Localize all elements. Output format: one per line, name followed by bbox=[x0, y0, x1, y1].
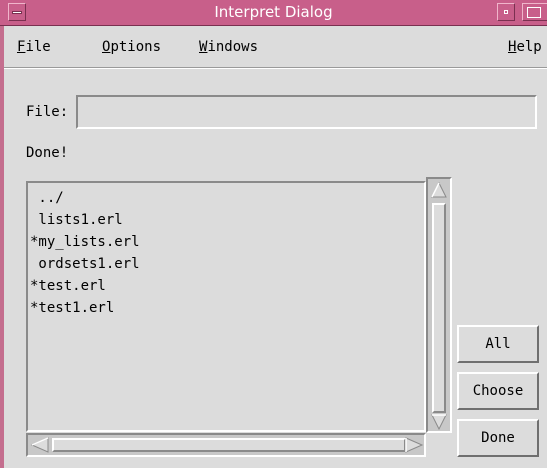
vertical-scrollbar[interactable] bbox=[426, 177, 452, 433]
minimize-icon bbox=[504, 10, 508, 14]
scroll-up-arrow-icon[interactable] bbox=[430, 181, 448, 199]
scroll-right-arrow-icon[interactable] bbox=[404, 436, 424, 454]
file-input[interactable] bbox=[76, 95, 537, 129]
maximize-button[interactable] bbox=[522, 3, 547, 21]
file-listbox[interactable]: ../ lists1.erl *my_lists.erl ordsets1.er… bbox=[26, 181, 426, 432]
list-item[interactable]: ../ bbox=[30, 187, 63, 209]
menu-options[interactable]: Options bbox=[102, 39, 161, 55]
menu-file-label: ile bbox=[25, 39, 51, 55]
title-bar[interactable]: Interpret Dialog bbox=[0, 0, 547, 26]
menu-windows-label: indows bbox=[207, 39, 259, 55]
horizontal-scroll-thumb[interactable] bbox=[52, 438, 406, 452]
done-button[interactable]: Done bbox=[457, 419, 539, 457]
menu-separator bbox=[4, 68, 547, 69]
menu-help-label: elp bbox=[516, 39, 542, 55]
list-item[interactable]: *my_lists.erl bbox=[30, 231, 140, 253]
list-item[interactable]: ordsets1.erl bbox=[30, 253, 139, 275]
menu-windows[interactable]: Windows bbox=[199, 39, 258, 55]
horizontal-scrollbar[interactable] bbox=[26, 433, 426, 457]
list-item[interactable]: *test1.erl bbox=[30, 297, 114, 319]
menu-help[interactable]: Help bbox=[508, 39, 542, 55]
list-item[interactable]: lists1.erl bbox=[30, 209, 122, 231]
list-item[interactable]: *test.erl bbox=[30, 275, 106, 297]
scroll-down-arrow-icon[interactable] bbox=[430, 413, 448, 431]
menu-options-label: ptions bbox=[110, 39, 162, 55]
menu-file[interactable]: File bbox=[17, 39, 51, 55]
menu-bar: File Options Windows Help bbox=[4, 26, 547, 68]
all-button[interactable]: All bbox=[457, 325, 539, 363]
file-label: File: bbox=[26, 104, 69, 120]
choose-button[interactable]: Choose bbox=[457, 372, 539, 410]
vertical-scroll-thumb[interactable] bbox=[432, 203, 446, 413]
scroll-left-arrow-icon[interactable] bbox=[30, 436, 50, 454]
maximize-icon bbox=[527, 7, 541, 18]
minimize-button[interactable] bbox=[497, 3, 515, 21]
window-title: Interpret Dialog bbox=[214, 3, 333, 21]
status-text: Done! bbox=[26, 145, 69, 161]
